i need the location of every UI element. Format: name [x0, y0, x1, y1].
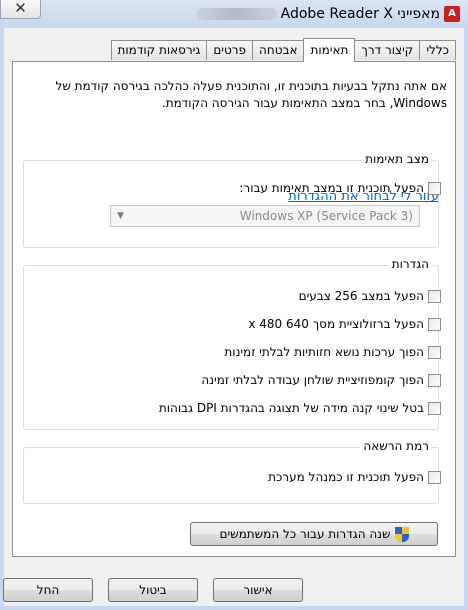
setting-visual-themes-label: הפוך ערכות נושא חזותיות לבלתי זמינות	[224, 345, 424, 359]
setting-row-dpi-scaling[interactable]: בטל שינוי קנה מידה של תצוגה בהגדרות DPI …	[159, 401, 441, 415]
compat-os-select-value: Windows XP (Service Pack 3)	[239, 209, 413, 223]
tab-compatibility[interactable]: תאימות	[303, 38, 356, 62]
setting-row-desktop-composition[interactable]: הפוך קומפוזיציית שולחן עבודה לבלתי זמינה	[201, 373, 441, 387]
title-bar: ✕ A Adobe Reader X מאפייני	[0, 0, 468, 28]
apply-label: החל	[36, 583, 60, 597]
close-button[interactable]: ✕	[0, 0, 41, 19]
title-area: A Adobe Reader X מאפייני	[196, 4, 460, 24]
run-as-admin-label: הפעל תוכנית זו כמנהל מערכת	[268, 470, 424, 484]
setting-640x480-label: הפעל ברזולוציית מסך 640 x 480	[248, 317, 424, 331]
setting-desktop-composition-checkbox[interactable]	[428, 373, 441, 387]
change-settings-all-users-label: שנה הגדרות עבור כל המשתמשים	[219, 527, 391, 541]
run-as-admin-checkbox[interactable]	[428, 470, 441, 484]
compat-os-select[interactable]: ▼ Windows XP (Service Pack 3)	[110, 205, 420, 227]
setting-row-256-colors[interactable]: הפעל במצב 256 צבעים	[299, 289, 441, 303]
close-icon: ✕	[14, 0, 27, 17]
compat-mode-row[interactable]: הפעל תוכנית זו במצב תאימות עבור:	[239, 181, 441, 195]
adobe-reader-app-icon: A	[444, 6, 460, 22]
tab-shortcut[interactable]: קיצור דרך	[354, 40, 421, 60]
compat-mode-group: מצב תאימות	[23, 152, 439, 248]
compat-mode-label: הפעל תוכנית זו במצב תאימות עבור:	[239, 181, 424, 195]
setting-visual-themes-checkbox[interactable]	[428, 345, 441, 359]
setting-256-colors-checkbox[interactable]	[428, 289, 441, 303]
uac-shield-icon	[394, 526, 409, 542]
tab-strip: כללי קיצור דרך תאימות אבטחה פרטים גירסאו…	[110, 38, 456, 62]
tab-details[interactable]: פרטים	[206, 40, 254, 60]
setting-256-colors-label: הפעל במצב 256 צבעים	[298, 289, 424, 303]
tab-security[interactable]: אבטחה	[252, 40, 305, 60]
apply-button[interactable]: החל	[3, 578, 93, 602]
ok-label: אישור	[243, 583, 273, 597]
setting-row-visual-themes[interactable]: הפוך ערכות נושא חזותיות לבלתי זמינות	[224, 345, 441, 359]
setting-dpi-scaling-checkbox[interactable]	[428, 401, 441, 415]
settings-legend: הגדרות	[388, 257, 432, 271]
privilege-legend: רמת הרשאה	[360, 439, 432, 453]
intro-text: אם אתה נתקל בבעיות בתוכנית זו, והתוכנית …	[55, 79, 448, 110]
setting-640x480-checkbox[interactable]	[428, 317, 441, 331]
cancel-label: ביטול	[139, 583, 167, 597]
setting-desktop-composition-label: הפוך קומפוזיציית שולחן עבודה לבלתי זמינה	[201, 373, 424, 387]
dropdown-arrow-icon: ▼	[117, 211, 124, 221]
blurred-text-redaction	[196, 8, 277, 20]
compat-mode-checkbox[interactable]	[428, 181, 441, 195]
run-as-admin-row[interactable]: הפעל תוכנית זו כמנהל מערכת	[268, 470, 441, 484]
window-title: Adobe Reader X מאפייני	[280, 6, 440, 22]
setting-row-640x480[interactable]: הפעל ברזולוציית מסך 640 x 480	[248, 317, 441, 331]
compatibility-panel: אם אתה נתקל בבעיות בתוכנית זו, והתוכנית …	[12, 61, 456, 557]
ok-button[interactable]: אישור	[213, 578, 303, 602]
cancel-button[interactable]: ביטול	[108, 578, 198, 602]
compat-mode-legend: מצב תאימות	[362, 152, 432, 166]
change-settings-all-users-button[interactable]: שנה הגדרות עבור כל המשתמשים	[190, 522, 438, 546]
tab-previous-versions[interactable]: גירסאות קודמות	[110, 40, 208, 60]
setting-dpi-scaling-label: בטל שינוי קנה מידה של תצוגה בהגדרות DPI …	[158, 401, 424, 415]
tab-general[interactable]: כללי	[419, 40, 456, 60]
